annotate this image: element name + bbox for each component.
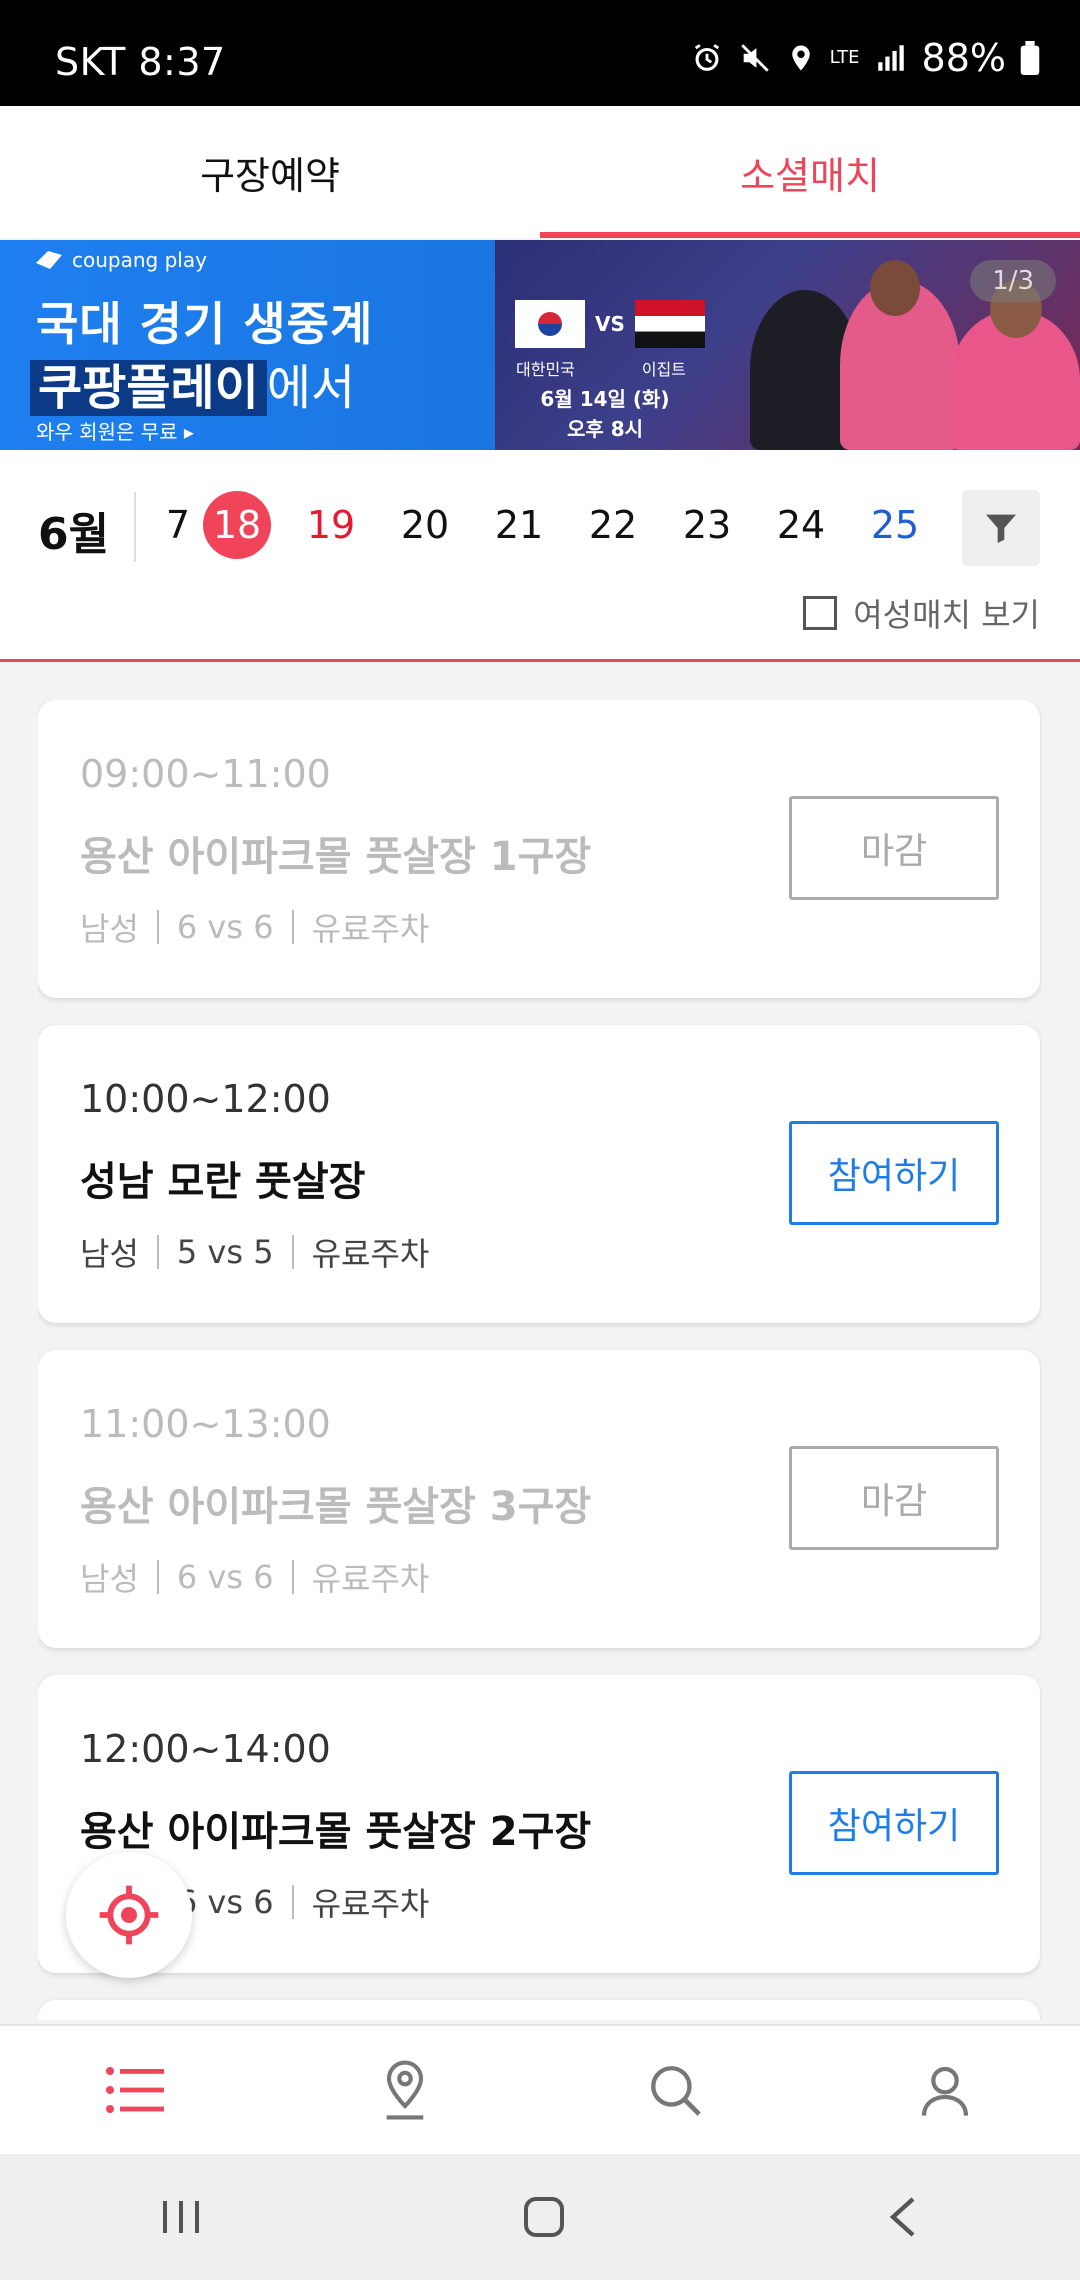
month-label: 6월 [38, 509, 110, 560]
match-parking: 유료주차 [311, 1560, 430, 1598]
women-match-checkbox[interactable] [803, 596, 838, 630]
promo-banner[interactable]: coupang play 국대 경기 생중계 쿠팡플레이 에서 와우 회원은 무료… [0, 240, 1080, 450]
closed-button[interactable]: 마감 [789, 1446, 999, 1550]
date-selector: 6월 7 18 19 20 21 22 23 24 25 여성매치 보기 [0, 450, 1080, 662]
day-item[interactable]: 25 [848, 490, 942, 560]
day-item[interactable]: 22 [566, 490, 660, 560]
match-flags: VS [515, 300, 705, 348]
match-parking: 유료주차 [311, 1235, 430, 1273]
top-tabs: 구장예약 소셜매치 [0, 106, 1080, 238]
match-date: 6월 14일 (화) [540, 387, 670, 411]
match-format: 6 vs 6 [176, 908, 274, 946]
carrier-time: SKT 8:37 [55, 40, 226, 84]
system-nav-bar [0, 2154, 1080, 2280]
crosshair-icon [99, 1885, 159, 1945]
match-card[interactable]: 09:00~11:00 용산 아이파크몰 풋살장 1구장 남성 6 vs 6 유… [38, 700, 1040, 998]
nav-list[interactable] [0, 2026, 270, 2154]
tab-social-match[interactable]: 소셜매치 [540, 106, 1080, 238]
my-location-button[interactable] [66, 1852, 192, 1978]
recent-apps-icon[interactable] [159, 2197, 203, 2237]
battery-percent: 88% [921, 36, 1006, 80]
nav-profile[interactable] [810, 2026, 1080, 2154]
banner-subheadline-rest: 에서 [266, 360, 356, 416]
day-item[interactable]: 23 [660, 490, 754, 560]
match-parking: 유료주차 [311, 910, 430, 948]
status-bar: SKT 8:37 LTE 88% [0, 0, 1080, 106]
match-venue: 용산 아이파크몰 풋살장 1구장 [80, 834, 592, 880]
match-time-range: 09:00~11:00 [80, 752, 331, 796]
bottom-nav [0, 2024, 1080, 2154]
match-list: 09:00~11:00 용산 아이파크몰 풋살장 1구장 남성 6 vs 6 유… [38, 700, 1042, 2020]
day-item-label: 18 [203, 491, 271, 559]
match-meta: 남성 6 vs 6 유료주차 [80, 904, 429, 950]
match-time-range: 11:00~13:00 [80, 1402, 331, 1446]
match-venue: 용산 아이파크몰 풋살장 3구장 [80, 1484, 592, 1530]
signal-icon [874, 41, 908, 75]
day-item[interactable]: 24 [754, 490, 848, 560]
nav-map[interactable] [270, 2026, 540, 2154]
women-match-label: 여성매치 보기 [853, 596, 1040, 634]
match-time-range: 12:00~14:00 [80, 1727, 331, 1771]
banner-subheadline: 쿠팡플레이 에서 [30, 348, 355, 418]
filter-icon [986, 514, 1016, 543]
match-meta: 남성 5 vs 5 유료주차 [80, 1229, 429, 1275]
match-card[interactable] [38, 2000, 1040, 2020]
alarm-icon [690, 41, 724, 75]
vs-label: VS [595, 312, 625, 336]
match-card[interactable]: 11:00~13:00 용산 아이파크몰 풋살장 3구장 남성 6 vs 6 유… [38, 1350, 1040, 1648]
match-venue: 성남 모란 풋살장 [80, 1159, 366, 1205]
join-button[interactable]: 참여하기 [789, 1771, 999, 1875]
location-icon [786, 41, 816, 75]
day-list: 7 18 19 20 21 22 23 24 25 [150, 490, 942, 560]
day-item[interactable]: 19 [284, 490, 378, 560]
tab-field-reservation[interactable]: 구장예약 [0, 106, 540, 238]
match-time: 오후 8시 [566, 417, 644, 441]
filter-button[interactable] [962, 490, 1040, 566]
home-icon[interactable] [522, 2195, 566, 2239]
women-match-toggle[interactable]: 여성매치 보기 [803, 590, 1040, 636]
team-away: 이집트 [641, 360, 686, 379]
map-pin-icon [386, 2060, 424, 2120]
banner-headline: 국대 경기 생중계 [36, 297, 374, 351]
banner-member-note: 와우 회원은 무료 ▸ [36, 420, 194, 444]
search-icon [651, 2066, 701, 2116]
day-item-selected[interactable]: 18 [190, 490, 284, 560]
status-icons: LTE 88% [690, 36, 1040, 80]
match-time-range: 10:00~12:00 [80, 1077, 331, 1121]
coupang-play-logo-icon [36, 251, 62, 269]
match-gender: 남성 [80, 1235, 139, 1273]
match-gender: 남성 [80, 910, 139, 948]
team-labels: 대한민국 이집트 [516, 356, 686, 380]
profile-icon [921, 2066, 969, 2116]
battery-icon [1020, 41, 1040, 75]
join-button[interactable]: 참여하기 [789, 1121, 999, 1225]
match-parking: 유료주차 [311, 1885, 430, 1923]
nav-search[interactable] [540, 2026, 810, 2154]
banner-text-area: coupang play 국대 경기 생중계 쿠팡플레이 에서 와우 회원은 무료… [0, 240, 495, 450]
banner-highlight: 쿠팡플레이 [30, 360, 267, 416]
day-item[interactable]: 7 [150, 490, 190, 560]
list-icon [106, 2067, 164, 2113]
team-home: 대한민국 [516, 360, 575, 379]
day-item[interactable]: 20 [378, 490, 472, 560]
divider [134, 492, 136, 562]
day-item[interactable]: 21 [472, 490, 566, 560]
match-card[interactable]: 10:00~12:00 성남 모란 풋살장 남성 5 vs 5 유료주차 참여하… [38, 1025, 1040, 1323]
lte-icon: LTE [829, 47, 860, 68]
banner-counter: 1/3 [970, 260, 1056, 302]
match-meta: 남성 6 vs 6 유료주차 [80, 1554, 429, 1600]
match-format: 5 vs 5 [176, 1233, 274, 1271]
korea-flag-icon [515, 300, 585, 348]
match-gender: 남성 [80, 1560, 139, 1598]
egypt-flag-icon [634, 300, 705, 348]
match-datetime: 6월 14일 (화) 오후 8시 [500, 384, 710, 444]
banner-brand-text: coupang play [72, 248, 207, 272]
back-icon[interactable] [885, 2195, 921, 2239]
mute-icon [738, 41, 772, 75]
match-venue: 용산 아이파크몰 풋살장 2구장 [80, 1809, 592, 1855]
closed-button[interactable]: 마감 [789, 796, 999, 900]
match-format: 6 vs 6 [176, 1558, 274, 1596]
banner-brand: coupang play [34, 248, 207, 272]
